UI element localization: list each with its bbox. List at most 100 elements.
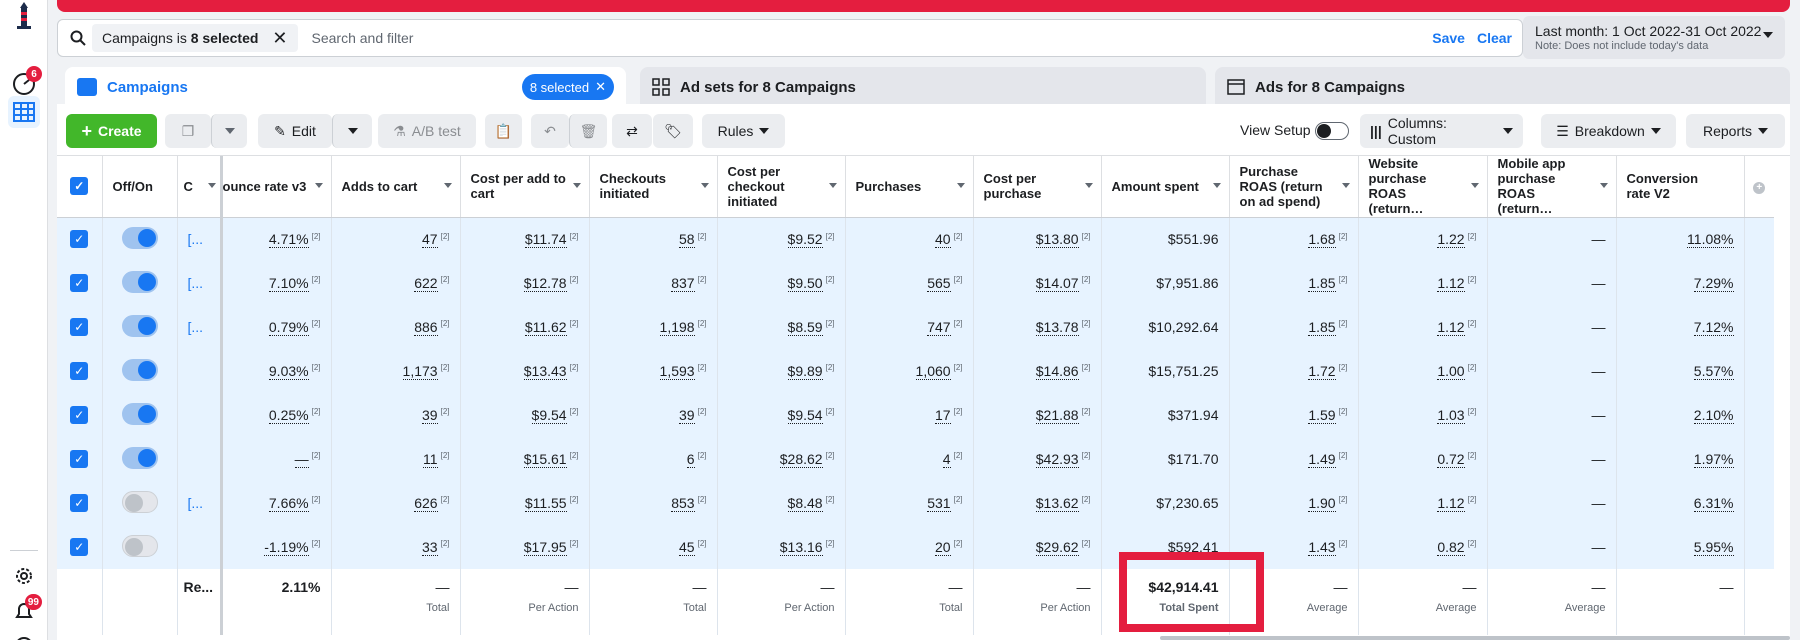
delete-button[interactable]: 🗑 <box>569 114 607 148</box>
metric-value[interactable]: 6.31% <box>1693 495 1734 512</box>
campaign-name-cell[interactable]: [... <box>177 481 223 525</box>
campaign-name-cell[interactable] <box>177 393 223 437</box>
metric-value[interactable]: 39 <box>679 407 695 424</box>
metric-value[interactable]: $9.54 <box>787 407 823 424</box>
metric-value[interactable]: 1.00 <box>1437 363 1465 380</box>
tag-button[interactable]: 🏷 <box>653 114 693 148</box>
metric-value[interactable]: 6 <box>686 451 695 468</box>
filter-chip[interactable]: Campaigns is 8 selected ✕ <box>92 24 298 52</box>
metric-value[interactable]: 0.72 <box>1437 451 1465 468</box>
column-header[interactable]: Off/On <box>102 156 178 218</box>
metric-value[interactable]: 47 <box>422 231 438 249</box>
metric-value[interactable]: 1.49 <box>1308 451 1336 468</box>
metric-value[interactable]: 5.95% <box>1693 539 1734 556</box>
metric-value[interactable]: 7.12% <box>1693 319 1734 336</box>
metric-value[interactable]: 39 <box>422 407 438 424</box>
column-header[interactable]: Purchases <box>845 156 974 218</box>
preview-button[interactable]: ⇄ <box>612 114 652 148</box>
metric-value[interactable]: 531 <box>927 495 951 512</box>
metric-value[interactable]: $9.50 <box>787 275 823 292</box>
column-header[interactable]: Cost per purchase <box>973 156 1102 218</box>
columns-button[interactable]: ||| Columns: Custom <box>1360 114 1523 148</box>
ads-manager-table-icon[interactable] <box>8 96 40 128</box>
metric-value[interactable]: 20 <box>935 539 951 556</box>
horizontal-scrollbar[interactable] <box>1160 636 1790 640</box>
metric-value[interactable]: $13.80 <box>1035 231 1079 249</box>
metric-value[interactable]: $12.78 <box>523 275 567 292</box>
metric-value[interactable]: 2.10% <box>1693 407 1734 424</box>
metric-value[interactable]: 7.29% <box>1693 275 1734 292</box>
metric-value[interactable]: $11.62 <box>524 319 567 336</box>
column-header[interactable]: Cost per checkout initiated <box>717 156 846 218</box>
row-checkbox[interactable]: ✓ <box>70 362 89 380</box>
settings-gear-icon[interactable] <box>8 560 40 592</box>
metric-value[interactable]: 17 <box>935 407 951 424</box>
metric-value[interactable]: $29.62 <box>1035 539 1079 556</box>
metric-value[interactable]: 1.85 <box>1308 319 1336 336</box>
table-row[interactable]: ✓ -1.19% [2] 33 [2] $17.95 [2] 45 [2] $13.16 [2] 20… <box>57 525 1774 569</box>
metric-value[interactable]: $11.55 <box>524 495 567 512</box>
tab-ads[interactable]: Ads for 8 Campaigns <box>1215 67 1790 107</box>
column-header[interactable]: C <box>177 156 223 218</box>
metric-value[interactable]: $13.16 <box>779 539 823 556</box>
table-row[interactable]: ✓ [... 4.71% [2] 47 [2] $11.74 [2] 58 [2] $9.52 [2]… <box>57 217 1774 261</box>
row-checkbox[interactable]: ✓ <box>70 274 89 292</box>
metric-value[interactable]: 1,060 <box>915 363 951 380</box>
metric-value[interactable]: $15.61 <box>523 451 567 468</box>
metric-value[interactable]: 626 <box>414 495 438 512</box>
metric-value[interactable]: $9.89 <box>787 363 823 380</box>
metric-value[interactable]: $42.93 <box>1035 451 1079 468</box>
metric-value[interactable]: 7.66% <box>268 495 309 512</box>
save-filter-button[interactable]: Save <box>1432 30 1465 46</box>
metric-value[interactable]: 58 <box>679 231 695 249</box>
campaign-toggle[interactable] <box>121 314 158 337</box>
row-checkbox[interactable]: ✓ <box>70 450 89 468</box>
metric-value[interactable]: 1.72 <box>1308 363 1336 380</box>
metric-value[interactable]: $14.86 <box>1035 363 1079 380</box>
metric-value[interactable]: 1.59 <box>1308 407 1336 424</box>
metric-value[interactable]: -1.19% <box>264 539 309 556</box>
row-checkbox[interactable]: ✓ <box>70 406 89 424</box>
metric-value[interactable]: 0.25% <box>268 407 309 424</box>
metric-value[interactable]: 1,198 <box>659 319 695 336</box>
help-icon[interactable] <box>8 630 40 640</box>
campaign-toggle[interactable] <box>121 402 158 425</box>
metric-value[interactable]: 0.79% <box>268 319 309 336</box>
row-checkbox[interactable]: ✓ <box>70 538 89 556</box>
metric-value[interactable]: 853 <box>671 495 695 512</box>
date-range-picker[interactable]: Last month: 1 Oct 2022-31 Oct 2022 Note:… <box>1523 16 1785 59</box>
metric-value[interactable]: 1.12 <box>1437 495 1465 512</box>
view-setup-toggle[interactable] <box>1315 122 1349 143</box>
metric-value[interactable]: $14.07 <box>1035 275 1079 292</box>
edit-dropdown[interactable] <box>332 114 372 148</box>
campaign-toggle[interactable] <box>121 490 158 513</box>
close-icon[interactable]: ✕ <box>595 79 606 95</box>
metric-value[interactable]: 886 <box>414 319 438 336</box>
rules-button[interactable]: Rules <box>702 114 785 148</box>
metric-value[interactable]: $13.62 <box>1035 495 1079 512</box>
metric-value[interactable]: 40 <box>935 231 951 249</box>
metric-value[interactable]: $13.78 <box>1035 319 1079 336</box>
campaign-toggle[interactable] <box>121 270 158 293</box>
tab-ad-sets[interactable]: Ad sets for 8 Campaigns <box>640 67 1206 107</box>
clear-filter-button[interactable]: Clear <box>1477 30 1512 46</box>
column-header[interactable]: Amount spent <box>1101 156 1230 218</box>
tab-campaigns[interactable]: Campaigns 8 selected ✕ <box>65 67 626 107</box>
metric-value[interactable]: 7.10% <box>268 275 309 292</box>
lighthouse-logo-icon[interactable] <box>8 0 40 32</box>
table-row[interactable]: ✓ [... 0.79% [2] 886 [2] $11.62 [2] 1,198 [2] $8.5… <box>57 305 1774 349</box>
metric-value[interactable]: 1.97% <box>1693 451 1734 468</box>
table-row[interactable]: ✓ [... 7.66% [2] 626 [2] $11.55 [2] 853 [2] $8.48[… <box>57 481 1774 525</box>
metric-value[interactable]: $21.88 <box>1035 407 1079 424</box>
table-row[interactable]: ✓ 0.25% [2] 39 [2] $9.54 [2] 39 [2] $9.54 [2] 17 [2]… <box>57 393 1774 437</box>
campaign-toggle[interactable] <box>121 358 158 381</box>
clipboard-button[interactable]: 📋 <box>485 114 522 148</box>
metric-value[interactable]: 1.22 <box>1437 231 1465 249</box>
campaign-toggle[interactable] <box>121 446 158 469</box>
campaign-name-cell[interactable]: [... <box>177 305 223 349</box>
table-row[interactable]: ✓ 9.03% [2] 1,173 [2] $13.43 [2] 1,593 [2] $9.89[… <box>57 349 1774 393</box>
metric-value[interactable]: $13.43 <box>523 363 567 380</box>
undo-button[interactable]: ↶ <box>531 114 569 148</box>
metric-value[interactable]: 1.68 <box>1308 231 1336 249</box>
breakdown-button[interactable]: ☰ Breakdown <box>1541 114 1676 148</box>
